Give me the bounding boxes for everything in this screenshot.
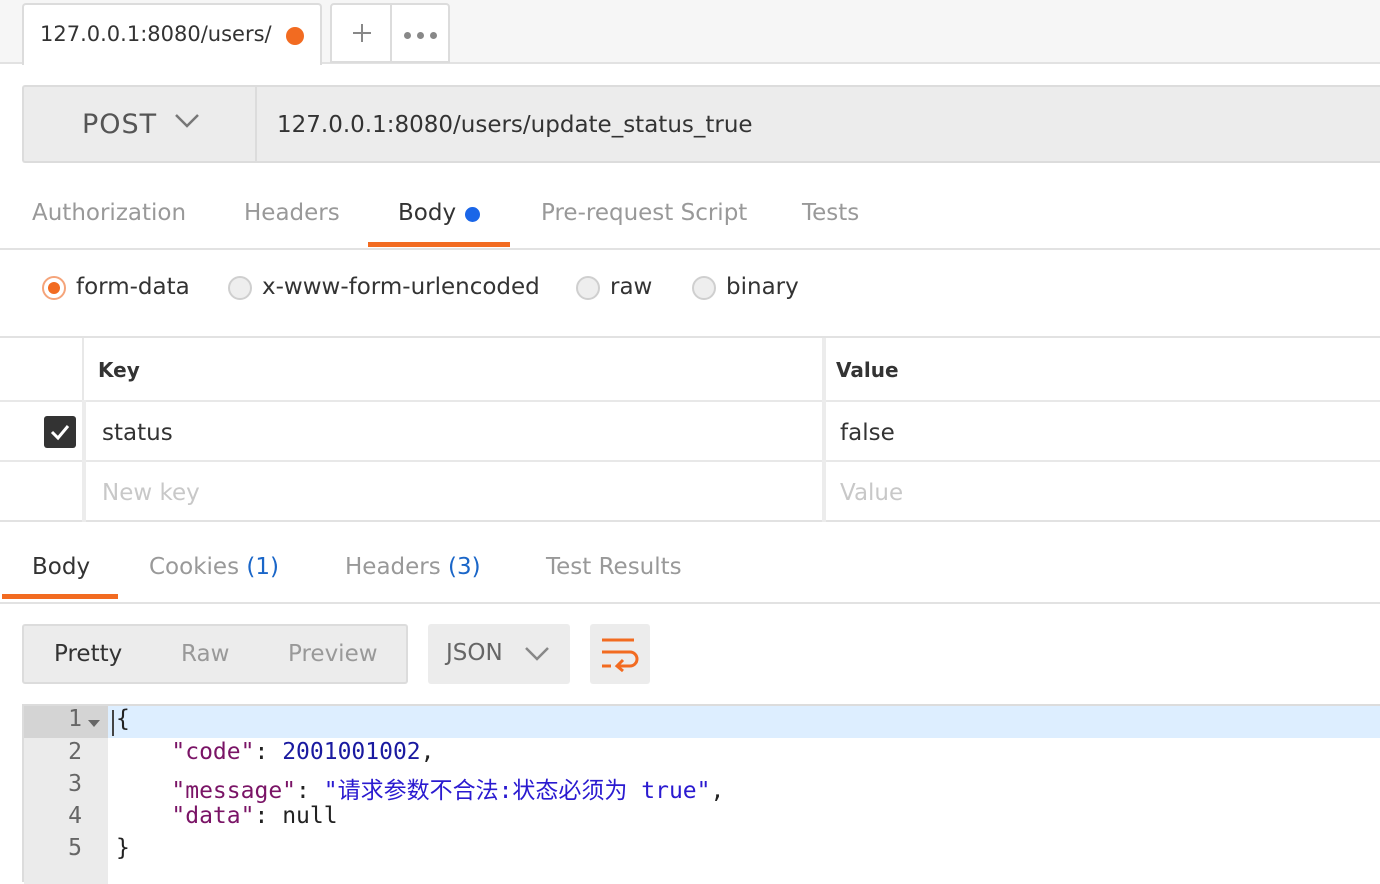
radio-label-binary: binary (726, 274, 799, 300)
json-brace: } (116, 835, 130, 861)
code-line: "message": "请求参数不合法:状态必须为 true", (171, 778, 725, 804)
tab-strip: 127.0.0.1:8080/users/ (0, 0, 1380, 65)
more-tabs-button[interactable] (392, 5, 450, 63)
ellipsis-dot (430, 32, 437, 39)
fold-toggle-icon[interactable] (88, 720, 100, 727)
response-tab-headers[interactable]: Headers (3) (345, 554, 481, 580)
view-mode-toggle: Pretty Raw Preview (22, 624, 408, 684)
active-tab-indicator (368, 242, 510, 247)
response-tab-test-results[interactable]: Test Results (546, 554, 682, 580)
response-tabs: Body Cookies (1) Headers (3) Test Result… (0, 534, 1380, 604)
table-divider (0, 400, 1380, 402)
format-label: JSON (446, 640, 503, 666)
view-raw-button[interactable]: Raw (181, 641, 229, 667)
tab-authorization[interactable]: Authorization (32, 200, 186, 226)
wrap-lines-button[interactable] (590, 624, 650, 684)
tab-actions (330, 3, 450, 63)
headers-count: (3) (448, 554, 481, 580)
json-string: "请求参数不合法:状态必须为 true" (323, 778, 711, 804)
row-key-input[interactable] (102, 418, 802, 448)
request-tabs: Authorization Headers Body Pre-request S… (0, 180, 1380, 250)
json-brace: { (116, 706, 130, 732)
url-bar (255, 85, 1380, 163)
radio-x-www-form-urlencoded[interactable] (228, 276, 252, 300)
text-cursor (112, 710, 114, 736)
code-line: } (116, 835, 130, 861)
new-value-input[interactable] (840, 478, 1360, 508)
new-tab-button[interactable] (332, 5, 392, 63)
request-tab-title: 127.0.0.1:8080/users/ (40, 22, 272, 46)
column-header-value: Value (836, 358, 899, 382)
radio-label-raw: raw (610, 274, 653, 300)
table-divider (822, 338, 826, 522)
view-preview-button[interactable]: Preview (288, 641, 378, 667)
ellipsis-dot (404, 32, 411, 39)
wrap-lines-icon (602, 638, 639, 672)
active-line-highlight (108, 706, 1380, 738)
checkmark-icon (50, 425, 70, 441)
tab-body[interactable]: Body (398, 200, 456, 226)
tab-headers[interactable]: Headers (244, 200, 340, 226)
response-body-viewer[interactable]: 1 2 3 4 5 { "code": 2001001002, "message… (22, 704, 1380, 884)
radio-binary[interactable] (692, 276, 716, 300)
tab-tests[interactable]: Tests (802, 200, 859, 226)
response-tab-body[interactable]: Body (32, 554, 90, 580)
line-number: 3 (68, 771, 82, 797)
line-number: 1 (68, 706, 82, 732)
format-select[interactable]: JSON (428, 624, 570, 684)
method-select[interactable]: POST (22, 85, 256, 163)
table-divider (82, 400, 86, 522)
code-line: { (116, 706, 130, 732)
json-number: 2001001002 (282, 739, 421, 765)
response-tab-cookies-label: Cookies (149, 554, 240, 580)
ellipsis-dot (417, 32, 424, 39)
plus-icon (352, 23, 372, 43)
radio-form-data[interactable] (42, 276, 66, 300)
radio-label-x-www-form-urlencoded: x-www-form-urlencoded (262, 274, 540, 300)
line-number: 5 (68, 835, 82, 861)
json-key: "message" (171, 778, 297, 804)
radio-label-form-data: form-data (76, 274, 190, 300)
table-divider (82, 338, 84, 400)
line-number: 2 (68, 739, 82, 765)
new-key-input[interactable] (102, 478, 802, 508)
json-null: null (282, 803, 338, 829)
radio-raw[interactable] (576, 276, 600, 300)
column-header-key: Key (98, 358, 140, 382)
url-input[interactable] (277, 107, 1277, 143)
json-key: "code" (171, 739, 255, 765)
chevron-down-icon (175, 114, 199, 128)
form-data-table: Key Value (0, 336, 1380, 522)
view-pretty-button[interactable]: Pretty (54, 641, 122, 667)
tab-pre-request-script[interactable]: Pre-request Script (541, 200, 747, 226)
row-enabled-checkbox[interactable] (44, 416, 76, 448)
cookies-count: (1) (246, 554, 279, 580)
request-tab[interactable]: 127.0.0.1:8080/users/ (22, 3, 322, 65)
active-tab-indicator (2, 594, 118, 599)
table-divider (0, 460, 1380, 462)
unsaved-changes-dot-icon (286, 27, 304, 45)
response-tab-cookies[interactable]: Cookies (1) (149, 554, 279, 580)
body-modified-dot-icon (465, 207, 480, 222)
line-number: 4 (68, 803, 82, 829)
row-value-input[interactable] (840, 418, 1360, 448)
method-label: POST (82, 109, 158, 140)
code-line: "code": 2001001002, (171, 739, 435, 765)
json-key: "data" (171, 803, 255, 829)
code-line: "data": null (171, 803, 338, 829)
chevron-down-icon (525, 647, 549, 661)
response-tab-headers-label: Headers (345, 554, 441, 580)
